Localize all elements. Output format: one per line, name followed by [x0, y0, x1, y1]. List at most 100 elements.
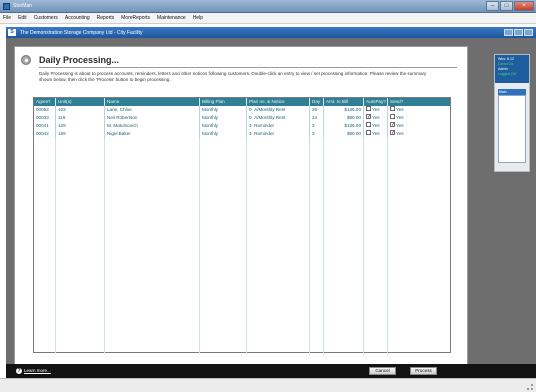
document-title: The Demonstration Storage Company Ltd - …: [20, 30, 143, 36]
cell-amount: $135.00: [324, 106, 364, 114]
status-widget: Wks: 8.12 Demo Co Admin Logged Off Main: [494, 54, 530, 172]
cell-billing-plan: Monthly: [200, 122, 247, 130]
send-checkbox[interactable]: [390, 114, 395, 120]
column-header-plan-notice[interactable]: Plan no. & Notice: [247, 98, 310, 106]
cell-notice: A/Monthly Rent: [254, 107, 286, 112]
cell-autopay: Yes: [364, 130, 388, 138]
doc-minimize-icon[interactable]: [504, 29, 513, 36]
cell-plan-notice: 3 Reminder: [247, 130, 310, 138]
cell-send: ✓Yes: [388, 130, 412, 138]
status-widget-header: Wks: 8.12 Demo Co Admin Logged Off: [495, 55, 529, 83]
send-label: Yes: [396, 131, 404, 136]
column-header-autopay[interactable]: AutoPay?: [364, 98, 388, 106]
intro-text: Daily Processing is about to process acc…: [39, 71, 427, 82]
resize-grip-icon[interactable]: [527, 384, 533, 390]
cell-agreement: 00052: [34, 106, 56, 114]
cell-amount: $135.00: [324, 122, 364, 130]
document-window-controls: [503, 29, 533, 36]
table-row[interactable]: 00033 116 Neil Robertson Monthly 0 A/Mon…: [34, 114, 450, 122]
column-header-agreement[interactable]: Agree't: [34, 98, 56, 106]
menu-customers[interactable]: Customers: [34, 15, 58, 21]
status-bar: [0, 378, 536, 392]
cancel-button[interactable]: Cancel: [369, 367, 396, 375]
autopay-label: Yes: [372, 107, 380, 112]
cell-units: 169: [56, 130, 105, 138]
send-label: Yes: [396, 115, 404, 120]
maximize-icon[interactable]: □: [500, 1, 513, 11]
column-header-billing-plan[interactable]: Billing Plan: [200, 98, 247, 106]
send-checkbox[interactable]: ✓: [390, 130, 395, 136]
menu-reports[interactable]: Reports: [97, 15, 115, 21]
cell-agreement: 00033: [34, 114, 56, 122]
menu-accounting[interactable]: Accounting: [65, 15, 90, 21]
menu-bar: File Edit Customers Accounting Reports M…: [0, 13, 536, 24]
table-row[interactable]: 00042 169 Nigel Baker Monthly 3 Reminder…: [34, 130, 450, 138]
help-link[interactable]: Learn more...: [24, 368, 51, 373]
cell-plan-no: 3: [249, 123, 252, 128]
document-title-bar: S The Demonstration Storage Company Ltd …: [6, 27, 536, 38]
cell-name: Lane, Chloe: [105, 106, 200, 114]
send-checkbox[interactable]: [390, 106, 395, 112]
column-header-day[interactable]: Day: [310, 98, 324, 106]
cell-plan-no: 0: [249, 107, 252, 112]
table-header: Agree't Unit(s) Name Billing Plan Plan n…: [34, 98, 450, 106]
cell-billing-plan: Monthly: [200, 114, 247, 122]
cell-agreement: 00041: [34, 122, 56, 130]
cell-plan-notice: 0 A/Monthly Rent: [247, 114, 310, 122]
action-bar: ? Learn more... Cancel Process: [6, 364, 536, 378]
column-header-units[interactable]: Unit(s): [56, 98, 105, 106]
menu-help[interactable]: Help: [193, 15, 203, 21]
cell-notice: Reminder: [254, 123, 275, 128]
column-header-name[interactable]: Name: [105, 98, 200, 106]
document-icon: S: [8, 29, 16, 36]
process-button[interactable]: Process: [410, 367, 437, 375]
cell-billing-plan: Monthly: [200, 106, 247, 114]
autopay-label: Yes: [372, 123, 380, 128]
autopay-checkbox[interactable]: [366, 122, 371, 128]
send-label: Yes: [396, 123, 404, 128]
doc-restore-icon[interactable]: [514, 29, 523, 36]
column-header-amount[interactable]: Amt. to Bill: [324, 98, 364, 106]
help-icon[interactable]: ?: [16, 368, 22, 374]
cell-amount: $90.00: [324, 130, 364, 138]
cell-send: Yes: [388, 114, 412, 122]
cell-plan-no: 3: [249, 131, 252, 136]
cell-amount: $90.00: [324, 114, 364, 122]
cell-plan-no: 0: [249, 115, 252, 120]
autopay-label: Yes: [372, 131, 380, 136]
send-checkbox[interactable]: ✓: [390, 122, 395, 128]
autopay-checkbox[interactable]: ✓: [366, 114, 371, 120]
cell-autopay: ✓Yes: [364, 114, 388, 122]
cell-name: Nigel Baker: [105, 130, 200, 138]
cell-plan-notice: 3 Reminder: [247, 122, 310, 130]
cell-notice: Reminder: [254, 131, 275, 136]
menu-file[interactable]: File: [3, 15, 11, 21]
cell-agreement: 00042: [34, 130, 56, 138]
doc-close-icon[interactable]: [524, 29, 533, 36]
autopay-checkbox[interactable]: [366, 130, 371, 136]
send-label: Yes: [396, 107, 404, 112]
daily-processing-panel: Daily Processing... Daily Processing is …: [14, 46, 468, 366]
window-controls: – □ ×: [485, 1, 534, 11]
facility-list[interactable]: [498, 95, 526, 163]
menu-edit[interactable]: Edit: [18, 15, 27, 21]
close-icon[interactable]: ×: [514, 1, 534, 11]
cell-autopay: Yes: [364, 122, 388, 130]
column-header-send[interactable]: Send?: [388, 98, 412, 106]
login-status-label[interactable]: Logged Off: [498, 72, 526, 77]
cell-autopay: Yes: [364, 106, 388, 114]
cell-send: Yes: [388, 106, 412, 114]
cell-day: 26: [310, 106, 324, 114]
app-icon: [3, 3, 10, 10]
processing-icon: [21, 55, 31, 65]
page-title: Daily Processing...: [39, 55, 120, 65]
table-row[interactable]: 00041 128 M. Matulnovich Monthly 3 Remin…: [34, 122, 450, 130]
cell-day: 3: [310, 130, 324, 138]
cell-units: 128: [56, 122, 105, 130]
autopay-checkbox[interactable]: [366, 106, 371, 112]
table-row[interactable]: 00052 103 Lane, Chloe Monthly 0 A/Monthl…: [34, 106, 450, 114]
menu-more-reports[interactable]: MoreReports: [121, 15, 150, 21]
minimize-icon[interactable]: –: [486, 1, 499, 11]
menu-maintenance[interactable]: Maintenance: [157, 15, 186, 21]
cell-billing-plan: Monthly: [200, 130, 247, 138]
